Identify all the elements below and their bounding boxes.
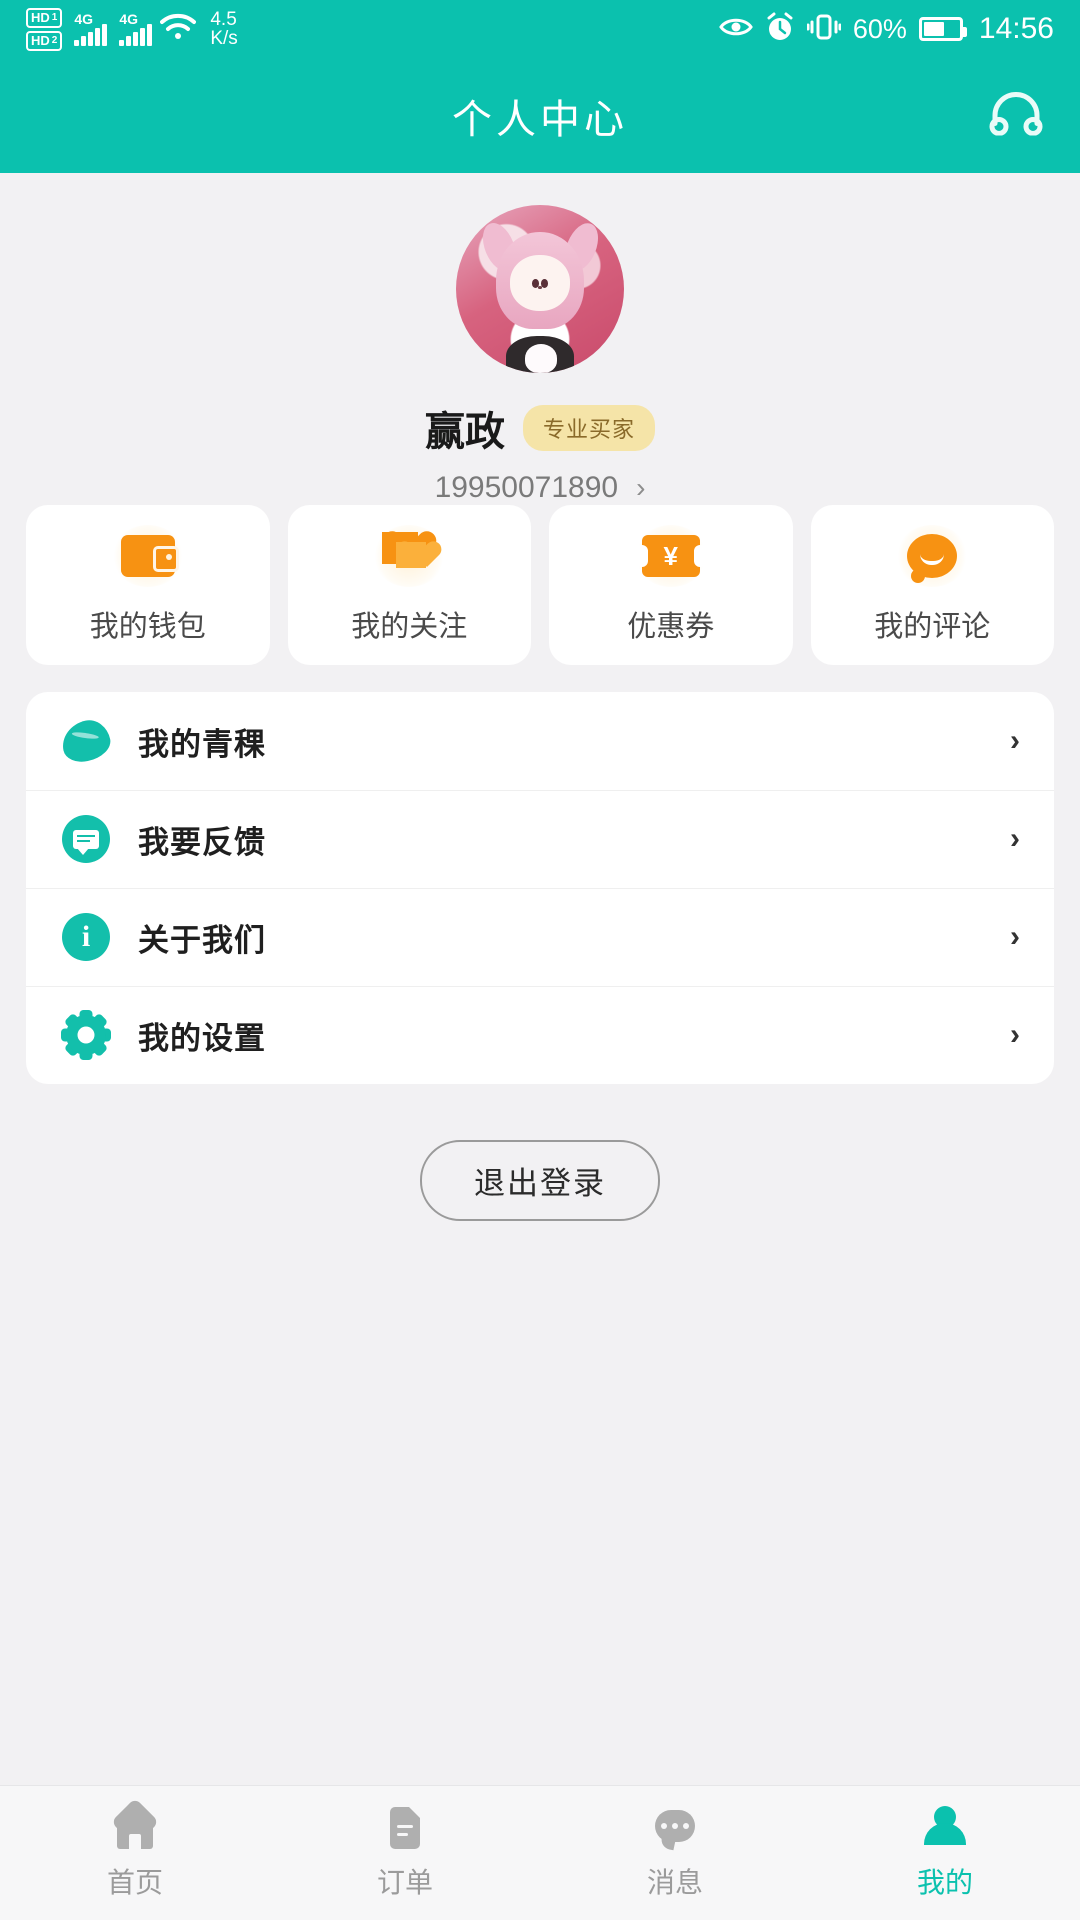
status-bar-clock: 14:56 <box>978 12 1054 45</box>
hd-chip-sim2: HD 2 <box>26 30 63 51</box>
wifi-icon <box>160 13 197 46</box>
signal-bars-sim2 <box>119 24 153 46</box>
user-name: 赢政 <box>424 410 505 454</box>
menu-item-feedback[interactable]: 我要反馈 › <box>26 790 1054 888</box>
menu-item-label: 关于我们 <box>138 922 266 958</box>
menu-list: 我的青稞 › 我要反馈 › i 关于我们 › 我的设置 › <box>26 692 1054 1084</box>
hd-chip-stack: HD 1 HD 2 <box>26 7 63 51</box>
document-icon <box>379 1805 431 1851</box>
nav-item-orders[interactable]: 订单 <box>270 1805 540 1901</box>
gear-icon <box>60 1009 112 1061</box>
quick-action-label: 我的钱包 <box>89 611 206 643</box>
nav-item-messages[interactable]: 消息 <box>540 1805 810 1901</box>
quick-actions: 我的钱包 我的关注 ¥ 优惠券 我的评论 <box>26 505 1054 665</box>
hearts-icon <box>373 525 446 587</box>
status-bar-right: 60% 14:56 <box>719 12 1054 47</box>
avatar-toy <box>524 344 557 373</box>
nav-item-label: 消息 <box>646 1867 703 1898</box>
network-type-sim1: 4G <box>74 11 94 27</box>
feedback-chat-icon <box>60 813 112 865</box>
menu-item-my-barley[interactable]: 我的青稞 › <box>26 692 1054 790</box>
vibrate-icon <box>806 13 842 46</box>
person-icon <box>919 1805 971 1851</box>
network-speed-value: 4.5 <box>210 9 237 30</box>
alarm-clock-icon <box>765 12 795 47</box>
status-bar-left: HD 1 HD 2 4G 4G 4.5 K/s <box>26 7 238 51</box>
eye-care-icon <box>719 15 753 44</box>
info-icon: i <box>60 911 112 963</box>
quick-action-follows[interactable]: 我的关注 <box>287 505 531 665</box>
comment-bubble-icon <box>896 525 969 587</box>
coupon-icon: ¥ <box>634 525 707 587</box>
nav-item-profile[interactable]: 我的 <box>810 1805 1080 1901</box>
avatar[interactable] <box>456 205 624 373</box>
user-phone: 19950071890 <box>434 471 619 504</box>
hd-chip-sim1: HD 1 <box>26 7 63 28</box>
nav-item-label: 我的 <box>916 1867 973 1898</box>
home-icon <box>109 1797 161 1851</box>
hd-num-2: 2 <box>51 34 58 46</box>
signal-sim1: 4G <box>74 11 108 46</box>
chevron-right-icon: › <box>1010 920 1020 953</box>
nav-item-home[interactable]: 首页 <box>0 1797 270 1901</box>
user-avatar <box>456 205 624 373</box>
user-phone-row[interactable]: 19950071890 › <box>0 471 1080 505</box>
app-header: 个人中心 <box>0 58 1080 173</box>
signal-sim2: 4G <box>119 11 153 46</box>
headset-icon[interactable] <box>988 91 1044 140</box>
status-badge: 专业买家 <box>522 405 655 451</box>
quick-action-label: 我的评论 <box>874 611 991 643</box>
network-speed: 4.5 K/s <box>210 10 237 48</box>
nav-item-label: 首页 <box>106 1867 163 1898</box>
menu-item-label: 我的设置 <box>138 1020 266 1056</box>
quick-action-label: 优惠券 <box>627 611 715 643</box>
avatar-face <box>509 255 571 311</box>
chevron-right-icon: › <box>1010 1018 1020 1051</box>
menu-item-about-us[interactable]: i 关于我们 › <box>26 888 1054 986</box>
nav-item-label: 订单 <box>376 1867 433 1898</box>
menu-item-label: 我要反馈 <box>138 824 266 860</box>
network-speed-unit: K/s <box>210 28 238 49</box>
hd-num-1: 1 <box>51 11 58 23</box>
wallet-icon <box>111 525 184 587</box>
quick-action-wallet[interactable]: 我的钱包 <box>26 505 270 665</box>
chevron-right-icon: › <box>636 472 646 503</box>
leaf-icon <box>58 715 114 767</box>
logout-button[interactable]: 退出登录 <box>420 1140 660 1221</box>
logout-section: 退出登录 <box>0 1140 1080 1221</box>
status-bar: HD 1 HD 2 4G 4G 4.5 K/s 60% 14:56 <box>0 0 1080 58</box>
app-screen: HD 1 HD 2 4G 4G 4.5 K/s 60% 14:56 个人中心 赢… <box>0 0 1080 1920</box>
network-type-sim2: 4G <box>119 11 139 27</box>
coupon-symbol: ¥ <box>635 535 706 577</box>
menu-item-label: 我的青稞 <box>138 726 266 762</box>
battery-icon <box>918 17 967 41</box>
profile-section: 赢政 专业买家 19950071890 › <box>0 173 1080 505</box>
menu-item-settings[interactable]: 我的设置 › <box>26 986 1054 1084</box>
hd-label-1: HD <box>31 9 50 25</box>
quick-action-coupon[interactable]: ¥ 优惠券 <box>549 505 793 665</box>
quick-action-label: 我的关注 <box>351 611 468 643</box>
quick-action-comments[interactable]: 我的评论 <box>810 505 1054 665</box>
battery-percent: 60% <box>852 13 907 44</box>
avatar-nose <box>538 286 543 290</box>
chevron-right-icon: › <box>1010 724 1020 757</box>
user-name-row: 赢政 专业买家 <box>0 399 1080 457</box>
message-bubble-icon <box>649 1805 701 1851</box>
bottom-navigation: 首页 订单 消息 我的 <box>0 1785 1080 1920</box>
chevron-right-icon: › <box>1010 822 1020 855</box>
page-title: 个人中心 <box>452 97 628 142</box>
signal-bars-sim1 <box>74 24 108 46</box>
hd-label-2: HD <box>31 32 50 48</box>
